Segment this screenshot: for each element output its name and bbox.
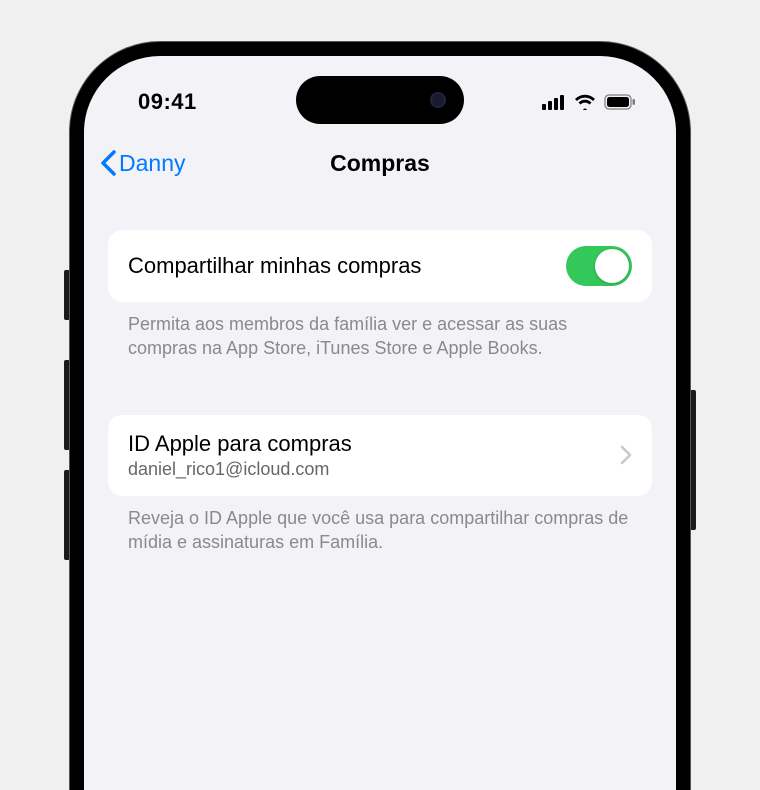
wifi-icon [574,94,596,110]
share-purchases-group: Compartilhar minhas compras Permita aos … [108,230,652,361]
phone-screen: 09:41 [84,56,676,790]
apple-id-footer: Reveja o ID Apple que você usa para comp… [108,496,652,555]
phone-power-button [690,390,696,530]
apple-id-group: ID Apple para compras daniel_rico1@iclou… [108,415,652,555]
phone-frame: 09:41 [70,42,690,790]
back-button[interactable]: Danny [100,150,185,177]
apple-id-row[interactable]: ID Apple para compras daniel_rico1@iclou… [108,415,652,496]
apple-id-value: daniel_rico1@icloud.com [128,459,352,480]
page-title: Compras [330,150,430,177]
share-purchases-footer: Permita aos membros da família ver e ace… [108,302,652,361]
battery-icon [604,94,636,110]
back-label: Danny [119,150,185,177]
status-icons [542,94,636,110]
share-purchases-toggle[interactable] [566,246,632,286]
share-purchases-row[interactable]: Compartilhar minhas compras [108,230,652,302]
chevron-right-icon [620,445,632,465]
front-camera-icon [430,92,446,108]
settings-content: Compartilhar minhas compras Permita aos … [84,190,676,554]
share-purchases-label: Compartilhar minhas compras [128,253,421,279]
toggle-knob [595,249,629,283]
cellular-icon [542,94,566,110]
status-time: 09:41 [138,89,197,115]
nav-bar: Danny Compras [84,136,676,190]
dynamic-island [296,76,464,124]
chevron-left-icon [100,150,117,176]
apple-id-label: ID Apple para compras [128,431,352,457]
